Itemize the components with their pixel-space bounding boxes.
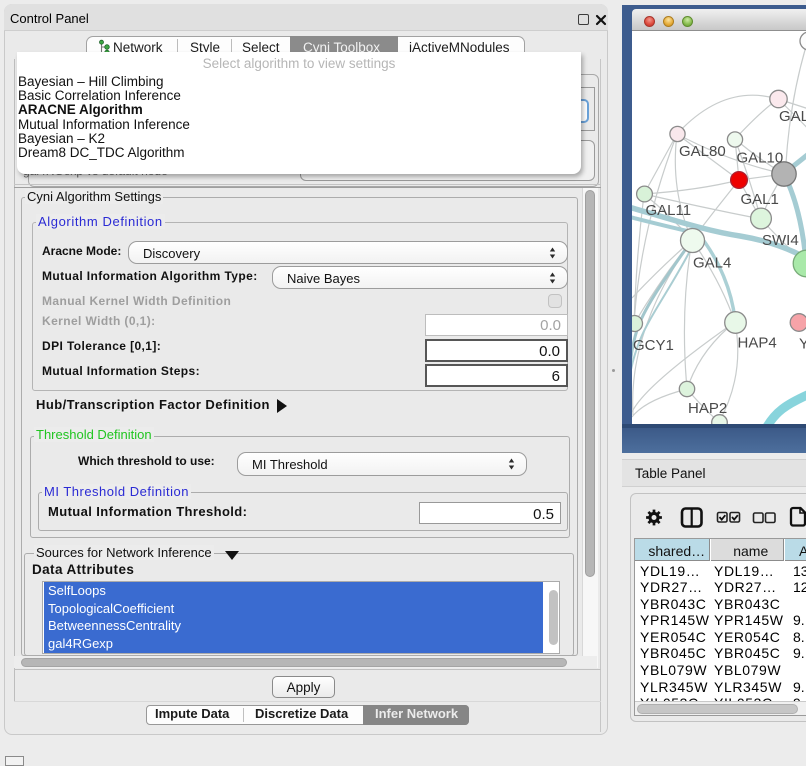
svg-text:YEL: YEL — [799, 336, 806, 353]
svg-text:SWI4: SWI4 — [762, 232, 799, 249]
svg-text:GAL1: GAL1 — [741, 191, 779, 208]
svg-text:GCY1: GCY1 — [633, 337, 674, 354]
svg-text:GAL7: GAL7 — [779, 108, 806, 125]
svg-text:HAP2: HAP2 — [688, 400, 727, 417]
svg-text:GAL80: GAL80 — [679, 143, 726, 160]
svg-text:GAL4: GAL4 — [693, 255, 731, 272]
svg-text:GAL10: GAL10 — [737, 150, 784, 167]
svg-text:HAP4: HAP4 — [738, 335, 777, 352]
svg-text:GAL11: GAL11 — [646, 202, 692, 219]
